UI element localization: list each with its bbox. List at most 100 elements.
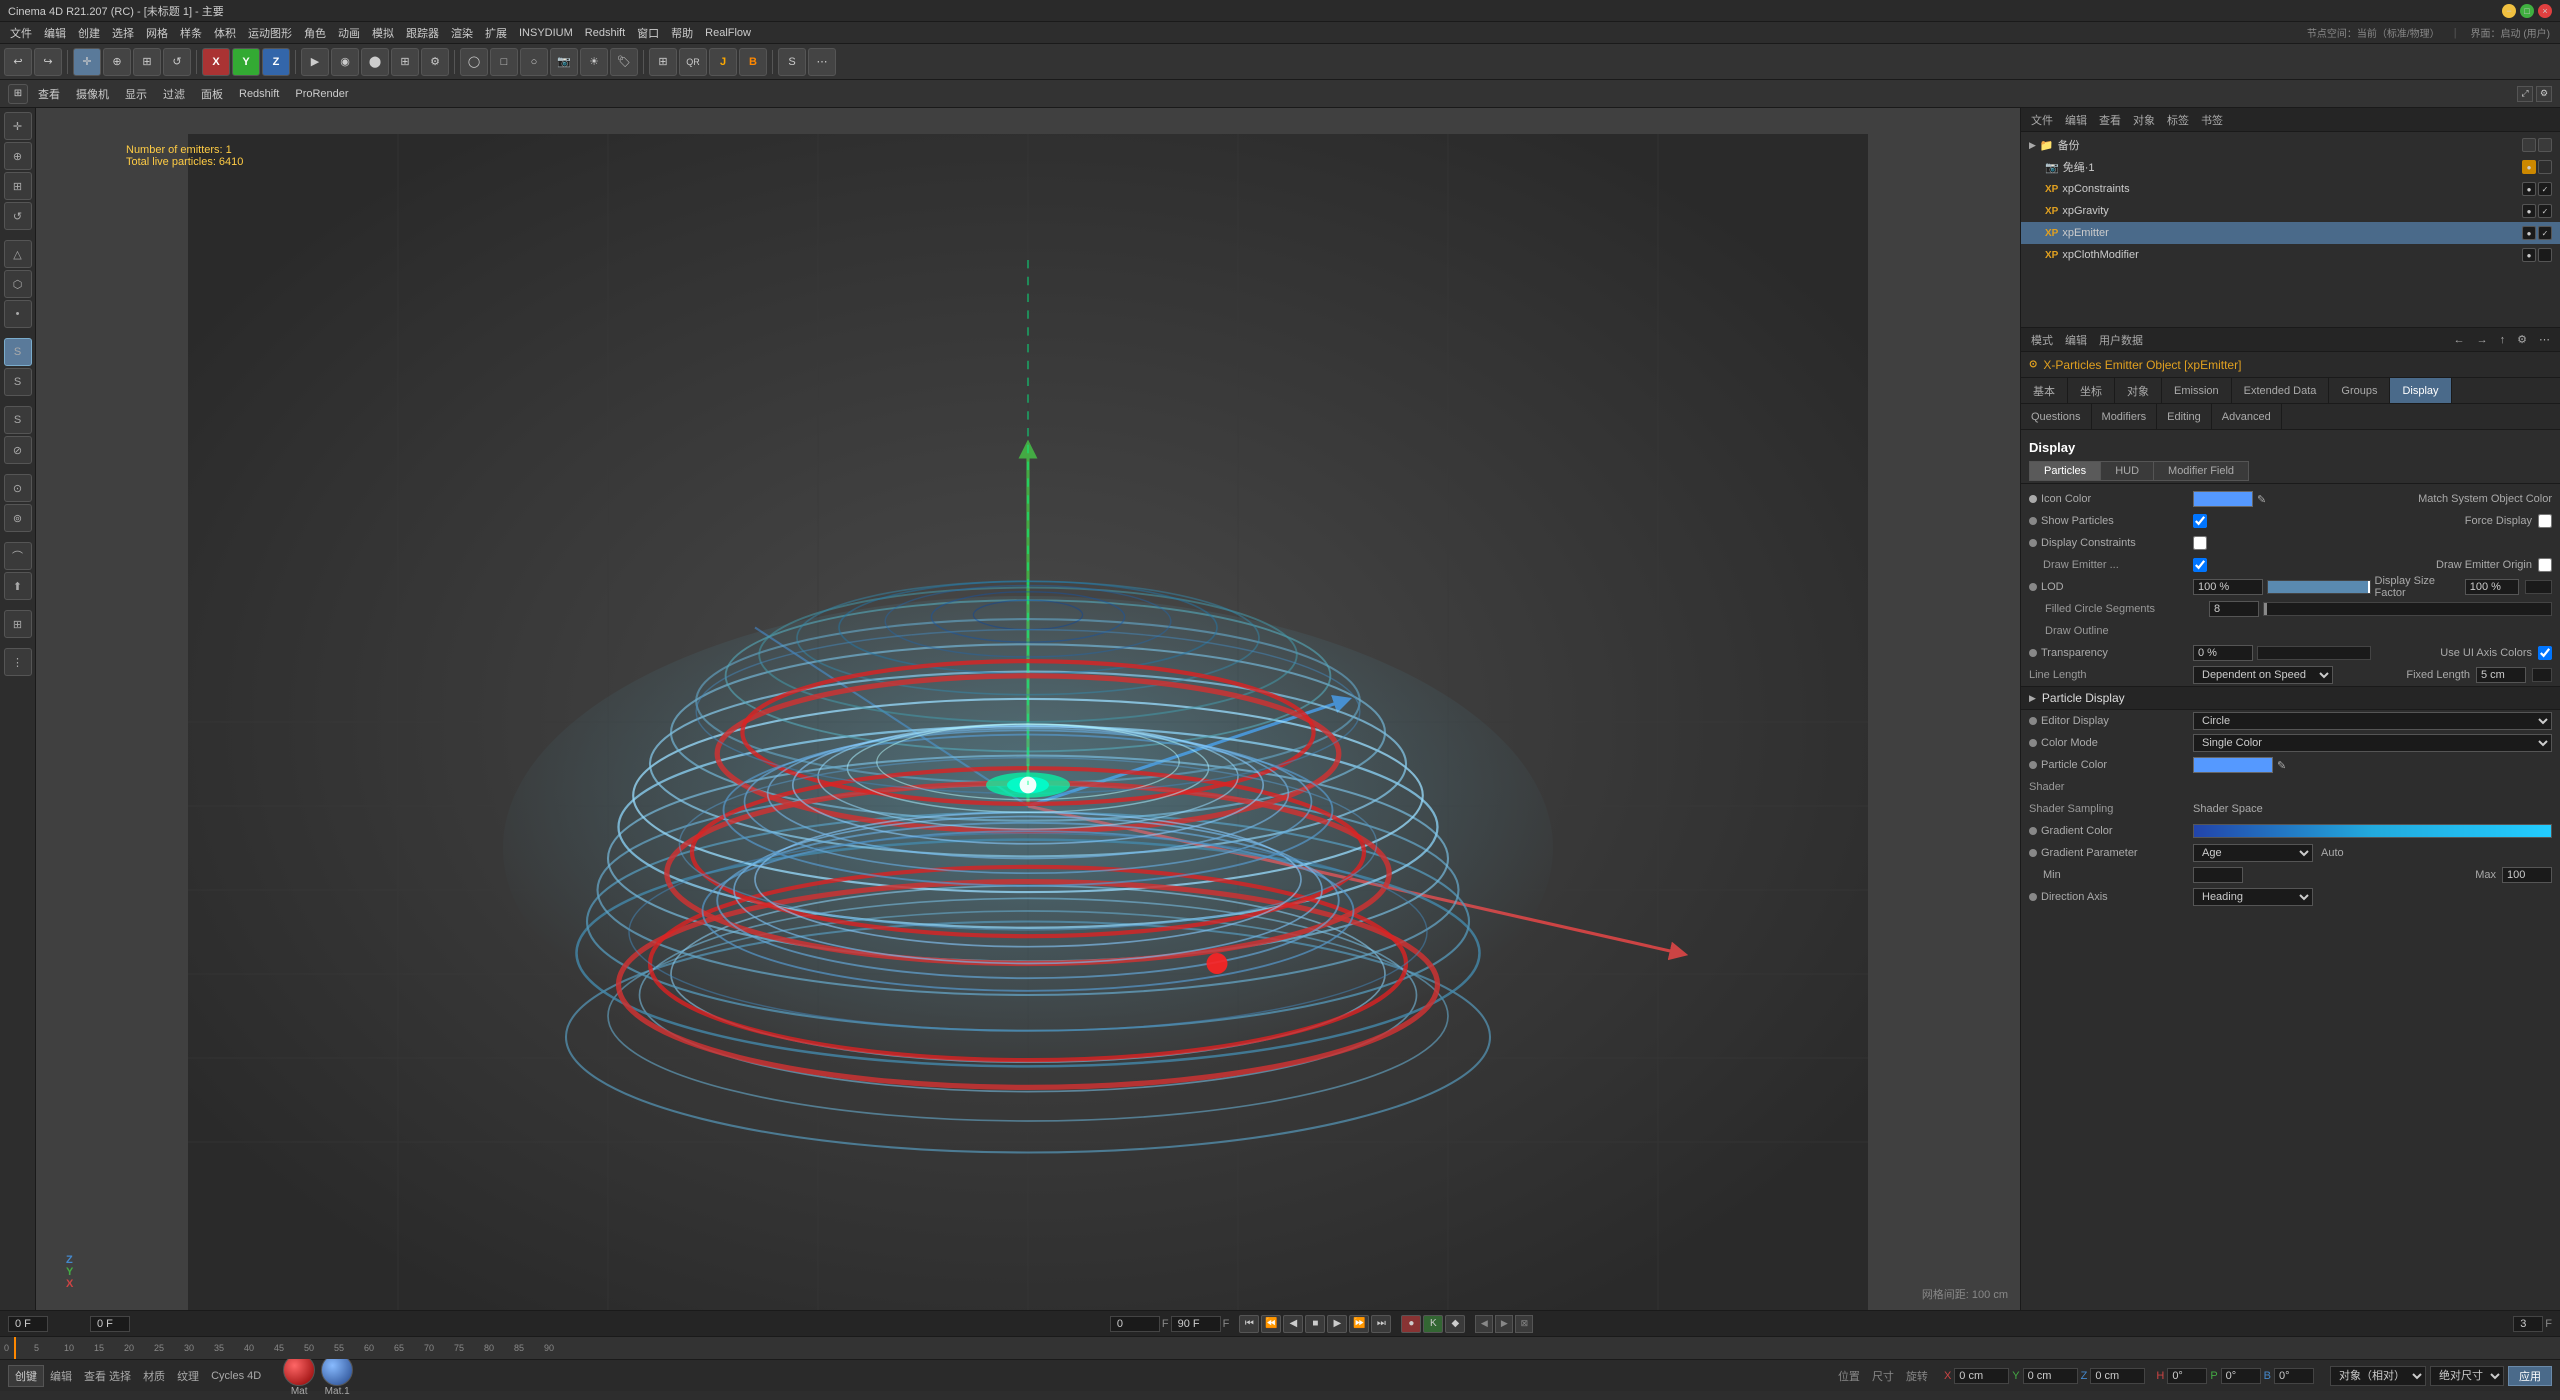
gradient-param-dropdown[interactable]: Age [2193, 844, 2313, 862]
tool-scale[interactable]: ⊞ [4, 172, 32, 200]
tool-move[interactable]: ⊕ [4, 142, 32, 170]
subtab-particles[interactable]: Particles [2029, 461, 2100, 481]
props-expand[interactable]: ↑ [2496, 333, 2510, 347]
z-pos-input[interactable]: 0 cm [2090, 1368, 2145, 1384]
obj-toggle-vis2[interactable]: ● [2522, 160, 2536, 174]
obj-toggle-grav-vis[interactable]: ● [2522, 204, 2536, 218]
material-mat[interactable]: Mat [283, 1354, 315, 1397]
step-fwd-btn[interactable]: ⏩ [1349, 1315, 1369, 1333]
menu-character[interactable]: 角色 [298, 23, 332, 43]
obj-toggle-const-vis[interactable]: ● [2522, 182, 2536, 196]
tool-soft-select[interactable]: ⊚ [4, 504, 32, 532]
force-display-checkbox[interactable] [2538, 514, 2552, 528]
tab-emission[interactable]: Emission [2162, 378, 2232, 403]
menu-insydium[interactable]: INSYDIUM [513, 25, 579, 41]
obj-toggle-render[interactable] [2538, 138, 2552, 152]
tool-sculpt[interactable]: S [4, 406, 32, 434]
null-btn[interactable]: ◯ [460, 48, 488, 76]
tool-edge[interactable]: ⬡ [4, 270, 32, 298]
tool-point[interactable]: • [4, 300, 32, 328]
scene-item-backup[interactable]: ▶ 📁 备份 [2021, 134, 2560, 156]
x-pos-input[interactable]: 0 cm [1954, 1368, 2009, 1384]
grid-btn[interactable]: ⊞ [649, 48, 677, 76]
render-view-btn[interactable]: ◉ [331, 48, 359, 76]
move-tool[interactable]: ⊕ [103, 48, 131, 76]
material-mat1[interactable]: Mat.1 [321, 1354, 353, 1397]
transparency-input[interactable]: 0 % [2193, 645, 2253, 661]
filter-menu[interactable]: 过滤 [157, 84, 191, 104]
p-size-input[interactable]: 0° [2221, 1368, 2261, 1384]
props-settings[interactable]: ⚙ [2513, 332, 2531, 347]
filled-circle-slider[interactable] [2263, 602, 2552, 616]
filled-circle-input[interactable]: 8 [2209, 601, 2259, 617]
obj-toggle-cloth-vis[interactable]: ● [2522, 248, 2536, 262]
max-input[interactable]: 100 [2502, 867, 2552, 883]
tab-display[interactable]: Display [2390, 378, 2451, 403]
tab-advanced[interactable]: Advanced [2212, 404, 2282, 429]
edit-icon[interactable]: ✎ [2257, 493, 2266, 506]
tool-weight[interactable]: S [4, 368, 32, 396]
go-to-end-btn[interactable]: ⏭ [1371, 1315, 1391, 1333]
rotate-tool[interactable]: ↺ [163, 48, 191, 76]
props-userdata-menu[interactable]: 用户数据 [2095, 331, 2147, 349]
tool-knife[interactable]: ⊘ [4, 436, 32, 464]
menu-animation[interactable]: 动画 [332, 23, 366, 43]
tag-btn[interactable]: 🏷 [610, 48, 638, 76]
obj-toggle-render2[interactable] [2538, 160, 2552, 174]
b-size-input[interactable]: 0° [2274, 1368, 2314, 1384]
viewport-resize-btn[interactable]: ⤢ [2517, 86, 2533, 102]
scene-item-gravity[interactable]: XP xpGravity ● ✓ [2021, 200, 2560, 222]
subtab-hud[interactable]: HUD [2100, 461, 2153, 481]
props-nav-forward[interactable]: → [2473, 333, 2492, 347]
apply-button[interactable]: 应用 [2508, 1366, 2552, 1386]
light-btn[interactable]: ☀ [580, 48, 608, 76]
menu-edit[interactable]: 编辑 [38, 23, 72, 43]
tool-rotate[interactable]: ↺ [4, 202, 32, 230]
scene-bookmark-menu[interactable]: 书签 [2197, 111, 2227, 129]
scene-file-menu[interactable]: 文件 [2027, 111, 2057, 129]
particle-color-swatch[interactable] [2193, 757, 2273, 773]
direction-axis-dropdown[interactable]: Heading [2193, 888, 2313, 906]
min-input[interactable] [2193, 867, 2243, 883]
scene-item-camera[interactable]: 📷 免绳·1 ● [2021, 156, 2560, 178]
obj-toggle-const-render[interactable]: ✓ [2538, 182, 2552, 196]
close-button[interactable]: × [2538, 4, 2552, 18]
scene-item-cloth[interactable]: XP xpClothModifier ● [2021, 244, 2560, 266]
menu-window[interactable]: 窗口 [631, 23, 665, 43]
scene-item-constraints[interactable]: XP xpConstraints ● ✓ [2021, 178, 2560, 200]
line-length-dropdown[interactable]: Dependent on Speed [2193, 666, 2333, 684]
fixed-length-slider[interactable] [2532, 668, 2552, 682]
tab-basic[interactable]: 基本 [2021, 378, 2068, 403]
end-frame-input[interactable]: 90 F [1171, 1316, 1221, 1332]
obj-toggle-emit-render[interactable]: ✓ [2538, 226, 2552, 240]
show-particles-checkbox[interactable] [2193, 514, 2207, 528]
menu-file[interactable]: 文件 [4, 23, 38, 43]
redo-button[interactable]: ↪ [34, 48, 62, 76]
timeline-playhead[interactable] [14, 1337, 16, 1359]
preview-range-btn3[interactable]: ⊠ [1515, 1315, 1533, 1333]
tab-editing[interactable]: Editing [2157, 404, 2212, 429]
obj-toggle-emit-vis[interactable]: ● [2522, 226, 2536, 240]
props-edit-menu[interactable]: 编辑 [2061, 331, 2091, 349]
menu-simulate[interactable]: 模拟 [366, 23, 400, 43]
sound-btn[interactable]: S [778, 48, 806, 76]
go-to-start-btn[interactable]: ⏮ [1239, 1315, 1259, 1333]
camera-btn-tool[interactable]: 📷 [550, 48, 578, 76]
menu-spline[interactable]: 样条 [174, 23, 208, 43]
tab-extended-data[interactable]: Extended Data [2232, 378, 2330, 403]
tool-dots[interactable]: ⋮ [4, 648, 32, 676]
menu-realflow[interactable]: RealFlow [699, 25, 757, 41]
scene-edit-menu[interactable]: 编辑 [2061, 111, 2091, 129]
display-size-slider[interactable] [2525, 580, 2552, 594]
scene-item-emitter[interactable]: XP xpEmitter ● ✓ [2021, 222, 2560, 244]
current-frame-display[interactable]: 0 F [8, 1316, 48, 1332]
start-frame-input[interactable]: 0 [1110, 1316, 1160, 1332]
transparency-slider[interactable] [2257, 646, 2371, 660]
undo-button[interactable]: ↩ [4, 48, 32, 76]
y-axis-btn[interactable]: Y [232, 48, 260, 76]
preview-range-btn1[interactable]: ◀ [1475, 1315, 1493, 1333]
fps-display[interactable]: 3 [2513, 1316, 2543, 1332]
size-mode-dropdown[interactable]: 绝对尺寸 [2430, 1366, 2504, 1386]
tab-object[interactable]: 对象 [2115, 378, 2162, 403]
tool-bend[interactable]: ⌒ [4, 542, 32, 570]
